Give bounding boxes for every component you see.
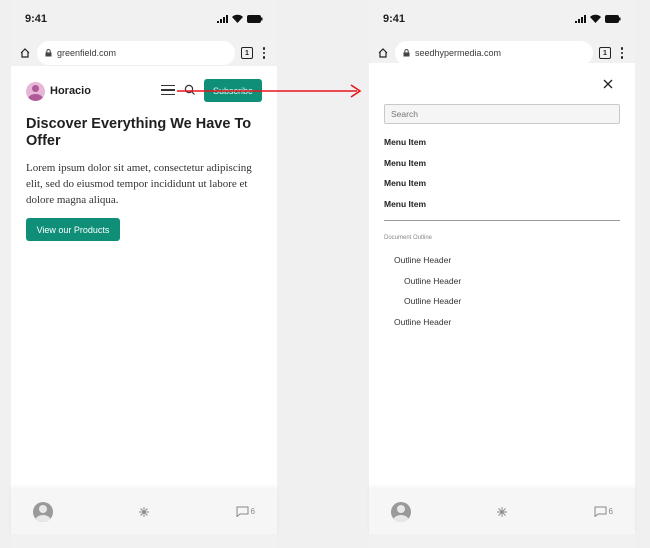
sparkle-icon[interactable] <box>497 506 508 517</box>
signal-icon <box>575 14 586 23</box>
address-bar[interactable]: seedhypermedia.com <box>395 41 593 65</box>
comment-icon <box>236 506 249 517</box>
bottom-nav: 6 <box>369 489 635 534</box>
status-bar: 9:41 <box>11 0 277 38</box>
status-time: 9:41 <box>383 13 406 25</box>
more-icon[interactable] <box>259 47 269 59</box>
search-icon[interactable] <box>184 84 196 96</box>
menu-icon[interactable] <box>161 85 175 95</box>
address-bar[interactable]: greenfield.com <box>37 41 235 65</box>
comments-count: 6 <box>250 507 255 516</box>
tabs-icon[interactable]: 1 <box>241 47 253 59</box>
subscribe-button[interactable]: Subscribe <box>204 79 262 102</box>
menu-item[interactable]: Menu Item <box>384 137 426 158</box>
sparkle-icon[interactable] <box>139 506 150 517</box>
tabs-icon[interactable]: 1 <box>599 47 611 59</box>
more-icon[interactable] <box>617 47 627 59</box>
comment-icon <box>594 506 607 517</box>
comments-button[interactable]: 6 <box>236 506 255 517</box>
comments-count: 6 <box>608 507 613 516</box>
wifi-icon <box>590 14 601 23</box>
comments-button[interactable]: 6 <box>594 506 613 517</box>
hero-title: Discover Everything We Have To Offer <box>26 116 252 149</box>
outline-item[interactable]: Outline Header <box>384 296 461 317</box>
menu-item[interactable]: Menu Item <box>384 199 426 220</box>
battery-icon <box>605 14 621 23</box>
outline-label: Document Outline <box>384 235 433 241</box>
menu-list: Menu Item Menu Item Menu Item Menu Item <box>384 137 426 219</box>
site-name[interactable]: Horacio <box>50 85 91 97</box>
menu-item[interactable]: Menu Item <box>384 178 426 199</box>
hero-body: Lorem ipsum dolor sit amet, consectetur … <box>26 162 252 206</box>
menu-item[interactable]: Menu Item <box>384 158 426 179</box>
lock-icon <box>403 49 410 57</box>
view-products-button[interactable]: View our Products <box>26 218 120 241</box>
document-outline: Outline Header Outline Header Outline He… <box>384 255 461 337</box>
status-time: 9:41 <box>25 13 48 25</box>
bottom-nav: 6 <box>11 489 277 534</box>
menu-drawer: Menu Item Menu Item Menu Item Menu Item … <box>369 63 635 489</box>
home-icon[interactable] <box>377 47 389 59</box>
battery-icon <box>247 14 263 23</box>
lock-icon <box>45 49 52 57</box>
browser-toolbar: greenfield.com 1 <box>11 38 277 68</box>
close-icon[interactable] <box>601 77 615 91</box>
wifi-icon <box>232 14 243 23</box>
phone-right: 9:41 seedhypermedia.com 1 Menu Item Menu… <box>369 0 635 548</box>
site-logo[interactable] <box>26 81 45 101</box>
search-input[interactable] <box>384 104 620 124</box>
site-header: Horacio Subscribe <box>11 66 277 116</box>
url-text: greenfield.com <box>57 48 117 58</box>
page-content: Horacio Subscribe Discover Everything We… <box>11 66 277 489</box>
phone-left: 9:41 greenfield.com 1 Horacio Subscribe … <box>11 0 277 548</box>
url-text: seedhypermedia.com <box>415 48 502 58</box>
user-icon[interactable] <box>33 501 53 522</box>
outline-item[interactable]: Outline Header <box>384 317 461 338</box>
home-icon[interactable] <box>19 47 31 59</box>
outline-item[interactable]: Outline Header <box>384 255 461 276</box>
signal-icon <box>217 14 228 23</box>
user-icon[interactable] <box>391 501 411 522</box>
outline-item[interactable]: Outline Header <box>384 276 461 297</box>
divider <box>384 220 620 221</box>
status-bar: 9:41 <box>369 0 635 38</box>
